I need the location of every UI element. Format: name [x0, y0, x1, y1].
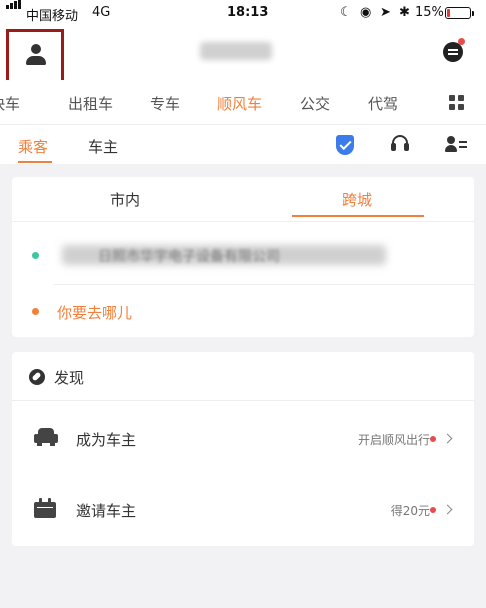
list-item-label: 邀请车主: [76, 502, 137, 520]
moon-icon: ☾: [340, 5, 352, 20]
list-item-become-driver[interactable]: 成为车主 开启顺风出行: [12, 404, 474, 470]
grid-icon[interactable]: [449, 95, 464, 110]
top-header: [0, 26, 486, 83]
location-icon: ➤: [380, 5, 391, 20]
tab-passenger[interactable]: 乘客: [18, 136, 48, 157]
tab-city[interactable]: 市内: [110, 189, 140, 210]
message-badge: [458, 38, 465, 45]
list-item-hint: 开启顺风出行: [357, 433, 430, 447]
user-icon: [26, 44, 46, 66]
tab-designated-driver[interactable]: 代驾: [368, 93, 398, 114]
service-tabs: 快车 出租车 专车 顺风车 公交 代驾: [0, 80, 486, 124]
tab-kuaiche[interactable]: 快车: [0, 93, 20, 114]
lock-rotation-icon: ◉: [360, 5, 372, 20]
compass-icon: [29, 369, 45, 385]
origin-dot: [32, 252, 39, 259]
divider: [54, 284, 474, 285]
tab-driver[interactable]: 车主: [88, 136, 118, 157]
tab-premier[interactable]: 专车: [150, 93, 180, 114]
role-tabs: 乘客 车主: [0, 124, 486, 164]
shield-icon[interactable]: [336, 135, 354, 155]
trip-card: 市内 跨城 日照市华宇电子设备有限公司 你要去哪儿: [12, 177, 474, 337]
tab-bus[interactable]: 公交: [300, 93, 330, 114]
chevron-right-icon: [442, 504, 453, 515]
tab-hitch[interactable]: 顺风车: [217, 93, 262, 114]
destination-dot: [32, 308, 39, 315]
status-bar: 中国移动 4G 18:13 ☾ ◉ ➤ ✱ 15%: [0, 0, 486, 26]
calendar-icon: [34, 498, 56, 518]
avatar-button[interactable]: [6, 29, 64, 83]
trip-tab-indicator: [292, 215, 424, 217]
car-icon: [34, 428, 58, 446]
bluetooth-icon: ✱: [399, 5, 410, 20]
chevron-right-icon: [442, 433, 453, 444]
clock: 18:13: [227, 5, 269, 20]
list-item-label: 成为车主: [76, 431, 137, 449]
list-item-hint: 得20元: [390, 504, 430, 518]
battery-icon: [445, 7, 474, 19]
list-item-invite-driver[interactable]: 邀请车主 得20元: [12, 476, 474, 542]
badge-dot: [430, 436, 436, 442]
origin-address[interactable]: 日照市华宇电子设备有限公司: [98, 246, 280, 266]
battery-percent: 15%: [415, 5, 444, 20]
headset-icon[interactable]: [391, 135, 409, 152]
badge-dot: [430, 507, 436, 513]
contact-card-icon[interactable]: [445, 136, 467, 154]
destination-input[interactable]: 你要去哪儿: [57, 302, 132, 323]
blurred-title: [200, 42, 272, 60]
divider: [12, 400, 474, 401]
message-icon[interactable]: [443, 42, 463, 62]
tab-intercity[interactable]: 跨城: [342, 189, 372, 210]
divider: [12, 221, 474, 222]
network-label: 4G: [92, 5, 111, 20]
discover-card: 发现 成为车主 开启顺风出行 邀请车主 得20元: [12, 352, 474, 546]
active-tab-indicator: [18, 161, 52, 163]
discover-title: 发现: [54, 369, 85, 387]
tab-taxi[interactable]: 出租车: [68, 93, 113, 114]
carrier-label: 中国移动: [26, 9, 79, 24]
